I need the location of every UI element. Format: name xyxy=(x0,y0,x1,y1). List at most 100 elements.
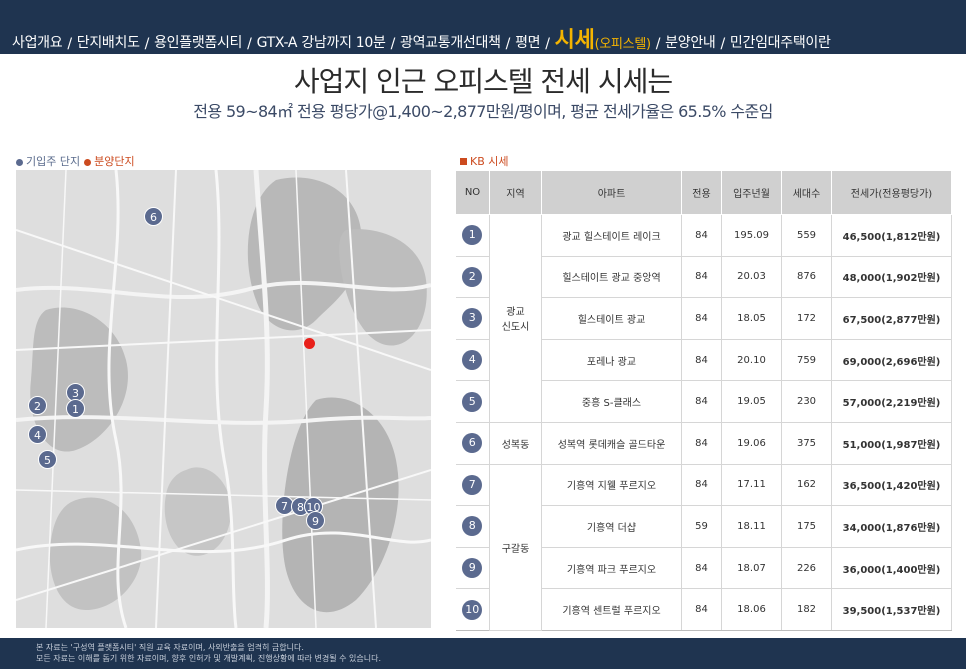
units-cell: 759 xyxy=(781,339,832,382)
apartment-cell: 기흥역 센트럴 푸르지오 xyxy=(541,588,682,631)
units-cell: 175 xyxy=(781,505,832,548)
price-cell: 69,000(2,696만원) xyxy=(831,339,952,382)
location-map[interactable]: 6 3 2 1 4 5 7 8 10 9 xyxy=(16,170,431,628)
units-cell: 876 xyxy=(781,256,832,299)
price-cell: 39,500(1,537만원) xyxy=(831,588,952,631)
price-cell: 36,000(1,400만원) xyxy=(831,547,952,590)
nav-item-market-price[interactable]: 시세 xyxy=(555,30,595,52)
price-cell: 36,500(1,420만원) xyxy=(831,464,952,507)
region-label: 광교 신도시 xyxy=(501,307,530,334)
footer-line-2: 모든 자료는 이해를 돕기 위한 자료이며, 향후 인허가 및 개발계획, 진행… xyxy=(36,654,381,663)
move-in-cell: 18.05 xyxy=(721,297,782,340)
move-in-cell: 17.11 xyxy=(721,464,782,507)
header-units: 세대수 xyxy=(781,170,832,215)
page-title: 사업지 인근 오피스텔 전세 시세는 xyxy=(293,65,673,98)
legend-sale-label: 분양단지 xyxy=(94,155,135,168)
units-cell: 559 xyxy=(781,214,832,257)
table-header-row: NO 지역 아파트 전용 입주년월 세대수 전세가(전용평당가) xyxy=(455,170,952,215)
price-cell: 51,000(1,987만원) xyxy=(831,422,952,465)
apartment-cell: 포레나 광교 xyxy=(541,339,682,382)
sale-dot-icon xyxy=(84,158,92,166)
apartment-cell: 기흥역 파크 푸르지오 xyxy=(541,547,682,590)
header-region: 지역 xyxy=(489,170,542,215)
row-number-badge: 1 xyxy=(462,225,483,246)
map-pin-1[interactable]: 1 xyxy=(66,399,85,418)
units-cell: 230 xyxy=(781,380,832,423)
footer-line-1: 본 자료는 '구성역 플랫폼시티' 직원 교육 자료이며, 사외반출을 엄격히 … xyxy=(36,643,304,652)
table-row: 7 구갈동 기흥역 지웰 푸르지오 84 17.11 162 36,500(1,… xyxy=(455,464,952,631)
region-cell: 성복동 xyxy=(489,422,542,465)
nav-item-overview[interactable]: 사업개요 xyxy=(12,34,63,52)
existing-dot-icon xyxy=(16,158,23,166)
map-pin-5[interactable]: 5 xyxy=(38,450,57,469)
units-cell: 172 xyxy=(781,297,832,340)
kb-price-label-text: KB 시세 xyxy=(470,155,509,168)
price-cell: 46,500(1,812만원) xyxy=(831,214,952,257)
move-in-cell: 18.07 xyxy=(721,547,782,590)
row-number-badge: 8 xyxy=(462,516,483,537)
units-cell: 226 xyxy=(781,547,832,590)
move-in-cell: 18.11 xyxy=(721,505,782,548)
page-subtitle: 전용 59~84㎡ 전용 평당가@1,400~2,877만원/평이며, 평균 전… xyxy=(193,102,773,121)
row-number-badge: 5 xyxy=(462,391,483,412)
move-in-cell: 19.06 xyxy=(721,422,782,465)
price-cell: 48,000(1,902만원) xyxy=(831,256,952,299)
area-cell: 84 xyxy=(681,422,722,465)
area-cell: 84 xyxy=(681,214,722,257)
area-cell: 84 xyxy=(681,339,722,382)
nav-separator: / xyxy=(390,36,396,52)
apartment-cell: 광교 힐스테이트 레이크 xyxy=(541,214,682,257)
row-number-badge: 6 xyxy=(462,433,483,454)
nav-separator: / xyxy=(655,36,661,52)
nav-menu: 사업개요 / 단지배치도 / 용인플랫폼시티 / GTX-A 강남까지 10분 … xyxy=(12,28,831,53)
header-move-in: 입주년월 xyxy=(721,170,782,215)
row-number-badge: 10 xyxy=(462,599,483,620)
nav-item-platform-city[interactable]: 용인플랫폼시티 xyxy=(154,34,242,52)
row-number-badge: 9 xyxy=(462,558,483,579)
top-navigation: 사업개요 / 단지배치도 / 용인플랫폼시티 / GTX-A 강남까지 10분 … xyxy=(0,0,966,54)
row-number-badge: 7 xyxy=(462,474,483,495)
apartment-cell: 중흥 S-클래스 xyxy=(541,380,682,423)
map-legend: 기입주 단지 분양단지 xyxy=(16,153,135,169)
map-pin-9[interactable]: 9 xyxy=(306,511,325,530)
nav-item-transport[interactable]: 광역교통개선대책 xyxy=(400,34,501,52)
sale-site-marker[interactable] xyxy=(304,338,315,349)
nav-item-market-price-sub: (오피스텔) xyxy=(594,37,651,52)
area-cell: 84 xyxy=(681,256,722,299)
row-number-badge: 3 xyxy=(462,308,483,329)
nav-separator: / xyxy=(545,36,550,52)
row-no-cell: 10 xyxy=(455,588,490,631)
nav-item-gtx[interactable]: GTX-A 강남까지 10분 xyxy=(257,34,386,52)
move-in-cell: 20.10 xyxy=(721,339,782,382)
row-no-cell: 2 xyxy=(455,256,490,299)
region-cell: 구갈동 xyxy=(489,464,542,631)
area-cell: 84 xyxy=(681,588,722,631)
row-no-cell: 7 xyxy=(455,464,490,507)
nav-separator: / xyxy=(247,36,252,52)
nav-item-rental[interactable]: 민간임대주택이란 xyxy=(730,34,831,52)
move-in-cell: 19.05 xyxy=(721,380,782,423)
table-row: 1 광교 신도시 광교 힐스테이트 레이크 84 195.09 559 46,5… xyxy=(455,214,952,423)
area-cell: 59 xyxy=(681,505,722,548)
legend-existing: 기입주 단지 xyxy=(16,153,80,169)
apartment-cell: 힐스테이트 광교 xyxy=(541,297,682,340)
map-pin-2[interactable]: 2 xyxy=(28,396,47,415)
move-in-cell: 18.06 xyxy=(721,588,782,631)
legend-sale: 분양단지 xyxy=(84,153,135,169)
map-pin-6[interactable]: 6 xyxy=(144,207,163,226)
row-no-cell: 8 xyxy=(455,505,490,548)
nav-separator: / xyxy=(67,36,72,52)
map-pin-4[interactable]: 4 xyxy=(28,425,47,444)
row-number-badge: 2 xyxy=(462,266,483,287)
footer-disclaimer: 본 자료는 '구성역 플랫폼시티' 직원 교육 자료이며, 사외반출을 엄격히 … xyxy=(0,638,966,669)
table-row: 6 성복동 성복역 롯데캐슬 골드타운 84 19.06 375 51,000(… xyxy=(455,422,952,465)
units-cell: 375 xyxy=(781,422,832,465)
nav-item-layout[interactable]: 단지배치도 xyxy=(77,34,140,52)
row-no-cell: 3 xyxy=(455,297,490,340)
nav-item-sales-info[interactable]: 분양안내 xyxy=(665,34,716,52)
row-no-cell: 5 xyxy=(455,380,490,423)
row-no-cell: 1 xyxy=(455,214,490,257)
row-no-cell: 4 xyxy=(455,339,490,382)
legend-existing-label: 기입주 단지 xyxy=(26,155,81,168)
nav-item-floorplan[interactable]: 평면 xyxy=(515,34,540,52)
